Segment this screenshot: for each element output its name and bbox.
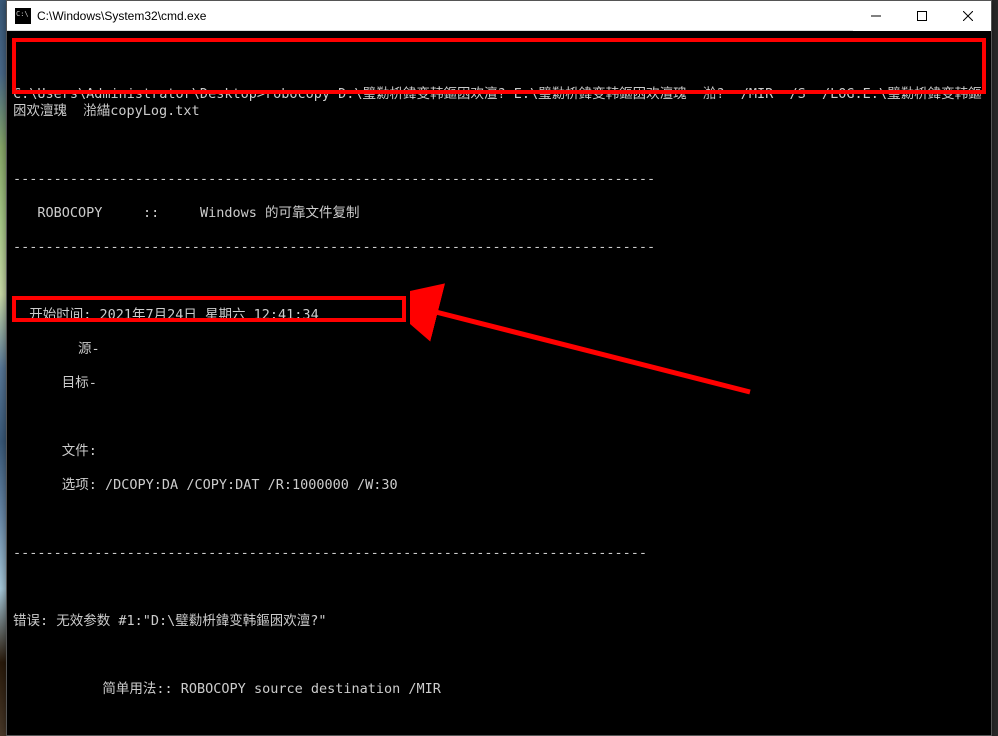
divider: ----------------------------------------… <box>13 545 985 562</box>
close-button[interactable] <box>945 1 991 31</box>
target-line: 目标- <box>13 375 985 392</box>
options-line: 选项: /DCOPY:DA /COPY:DAT /R:1000000 /W:30 <box>13 477 985 494</box>
cmd-icon <box>15 8 31 24</box>
usage-line: 简单用法:: ROBOCOPY source destination /MIR <box>13 681 985 698</box>
minimize-button[interactable] <box>853 1 899 31</box>
divider: ----------------------------------------… <box>13 171 985 188</box>
maximize-button[interactable] <box>899 1 945 31</box>
terminal-output[interactable]: C:\Users\Administrator\Desktop>robocopy … <box>7 31 991 735</box>
window-controls <box>853 1 991 30</box>
command-line: C:\Users\Administrator\Desktop>robocopy … <box>13 86 985 120</box>
titlebar[interactable]: C:\Windows\System32\cmd.exe <box>7 1 991 31</box>
files-line: 文件: <box>13 443 985 460</box>
start-time: 开始时间: 2021年7月24日 星期六 12:41:34 <box>13 307 985 324</box>
divider: ----------------------------------------… <box>13 239 985 256</box>
cmd-window: C:\Windows\System32\cmd.exe C:\Users\Adm… <box>6 0 992 736</box>
error-line: 错误: 无效参数 #1:"D:\璧勬枡鍏变韩鏂囦欢澶?" <box>13 613 985 630</box>
window-title: C:\Windows\System32\cmd.exe <box>37 9 853 23</box>
robocopy-title: ROBOCOPY :: Windows 的可靠文件复制 <box>13 205 985 222</box>
source-line: 源- <box>13 341 985 358</box>
